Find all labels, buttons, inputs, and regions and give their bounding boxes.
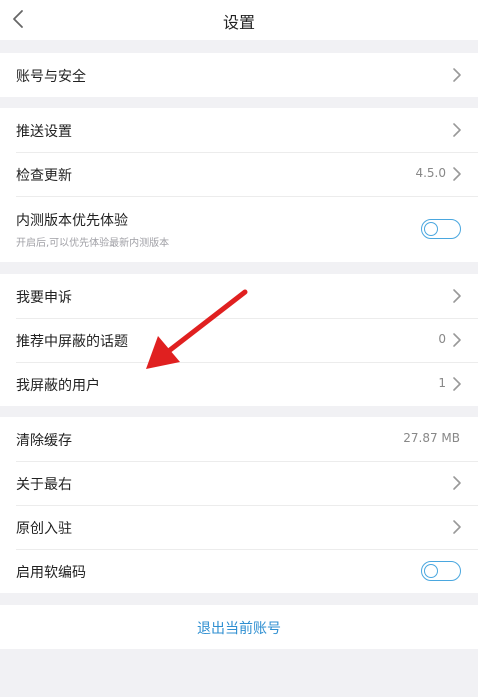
- privacy-section: 我要申诉 推荐中屏蔽的话题 0 我屏蔽的用户 1: [0, 274, 478, 406]
- push-settings-row[interactable]: 推送设置: [0, 108, 478, 152]
- beta-experience-toggle[interactable]: [421, 219, 461, 239]
- about-label: 关于最右: [16, 477, 72, 493]
- account-security-label: 账号与安全: [16, 69, 86, 85]
- push-section: 推送设置 检查更新 4.5.0 内测版本优先体验 开启后,可以优先体验最新内测版…: [0, 108, 478, 262]
- check-update-row[interactable]: 检查更新 4.5.0: [0, 152, 478, 196]
- appeal-row[interactable]: 我要申诉: [0, 274, 478, 318]
- beta-experience-label: 内测版本优先体验: [16, 213, 128, 229]
- logout-label: 退出当前账号: [197, 621, 281, 637]
- beta-experience-row: 内测版本优先体验 开启后,可以优先体验最新内测版本: [0, 196, 478, 262]
- version-value: 4.5.0: [415, 166, 446, 180]
- soft-encoding-toggle[interactable]: [421, 561, 461, 581]
- top-bar: 设置: [0, 0, 478, 40]
- blocked-topics-label: 推荐中屏蔽的话题: [16, 334, 128, 350]
- chevron-right-icon: [453, 377, 461, 391]
- clear-cache-row[interactable]: 清除缓存 27.87 MB: [0, 417, 478, 461]
- chevron-right-icon: [453, 68, 461, 82]
- page-title: 设置: [222, 13, 255, 32]
- soft-encoding-row: 启用软编码: [0, 549, 478, 593]
- account-security-row[interactable]: 账号与安全: [0, 53, 478, 97]
- blocked-topics-row[interactable]: 推荐中屏蔽的话题 0: [0, 318, 478, 362]
- chevron-right-icon: [453, 520, 461, 534]
- chevron-right-icon: [453, 123, 461, 137]
- blocked-users-count: 1: [438, 376, 446, 390]
- blocked-users-row[interactable]: 我屏蔽的用户 1: [0, 362, 478, 406]
- toggle-knob: [424, 564, 438, 578]
- about-row[interactable]: 关于最右: [0, 461, 478, 505]
- cache-size-value: 27.87 MB: [403, 431, 460, 445]
- check-update-label: 检查更新: [16, 168, 72, 184]
- blocked-topics-count: 0: [438, 332, 446, 346]
- beta-experience-description: 开启后,可以优先体验最新内测版本: [16, 238, 170, 249]
- chevron-right-icon: [453, 333, 461, 347]
- logout-button[interactable]: 退出当前账号: [0, 605, 478, 649]
- original-creator-label: 原创入驻: [16, 521, 72, 537]
- blocked-users-label: 我屏蔽的用户: [16, 378, 100, 394]
- misc-section: 清除缓存 27.87 MB 关于最右 原创入驻 启用软编码: [0, 417, 478, 593]
- push-settings-label: 推送设置: [16, 124, 72, 140]
- soft-encoding-label: 启用软编码: [16, 565, 86, 581]
- account-section: 账号与安全: [0, 53, 478, 97]
- appeal-label: 我要申诉: [16, 290, 72, 306]
- clear-cache-label: 清除缓存: [16, 433, 72, 449]
- chevron-right-icon: [453, 476, 461, 490]
- chevron-right-icon: [453, 167, 461, 181]
- original-creator-row[interactable]: 原创入驻: [0, 505, 478, 549]
- chevron-right-icon: [453, 289, 461, 303]
- toggle-knob: [424, 222, 438, 236]
